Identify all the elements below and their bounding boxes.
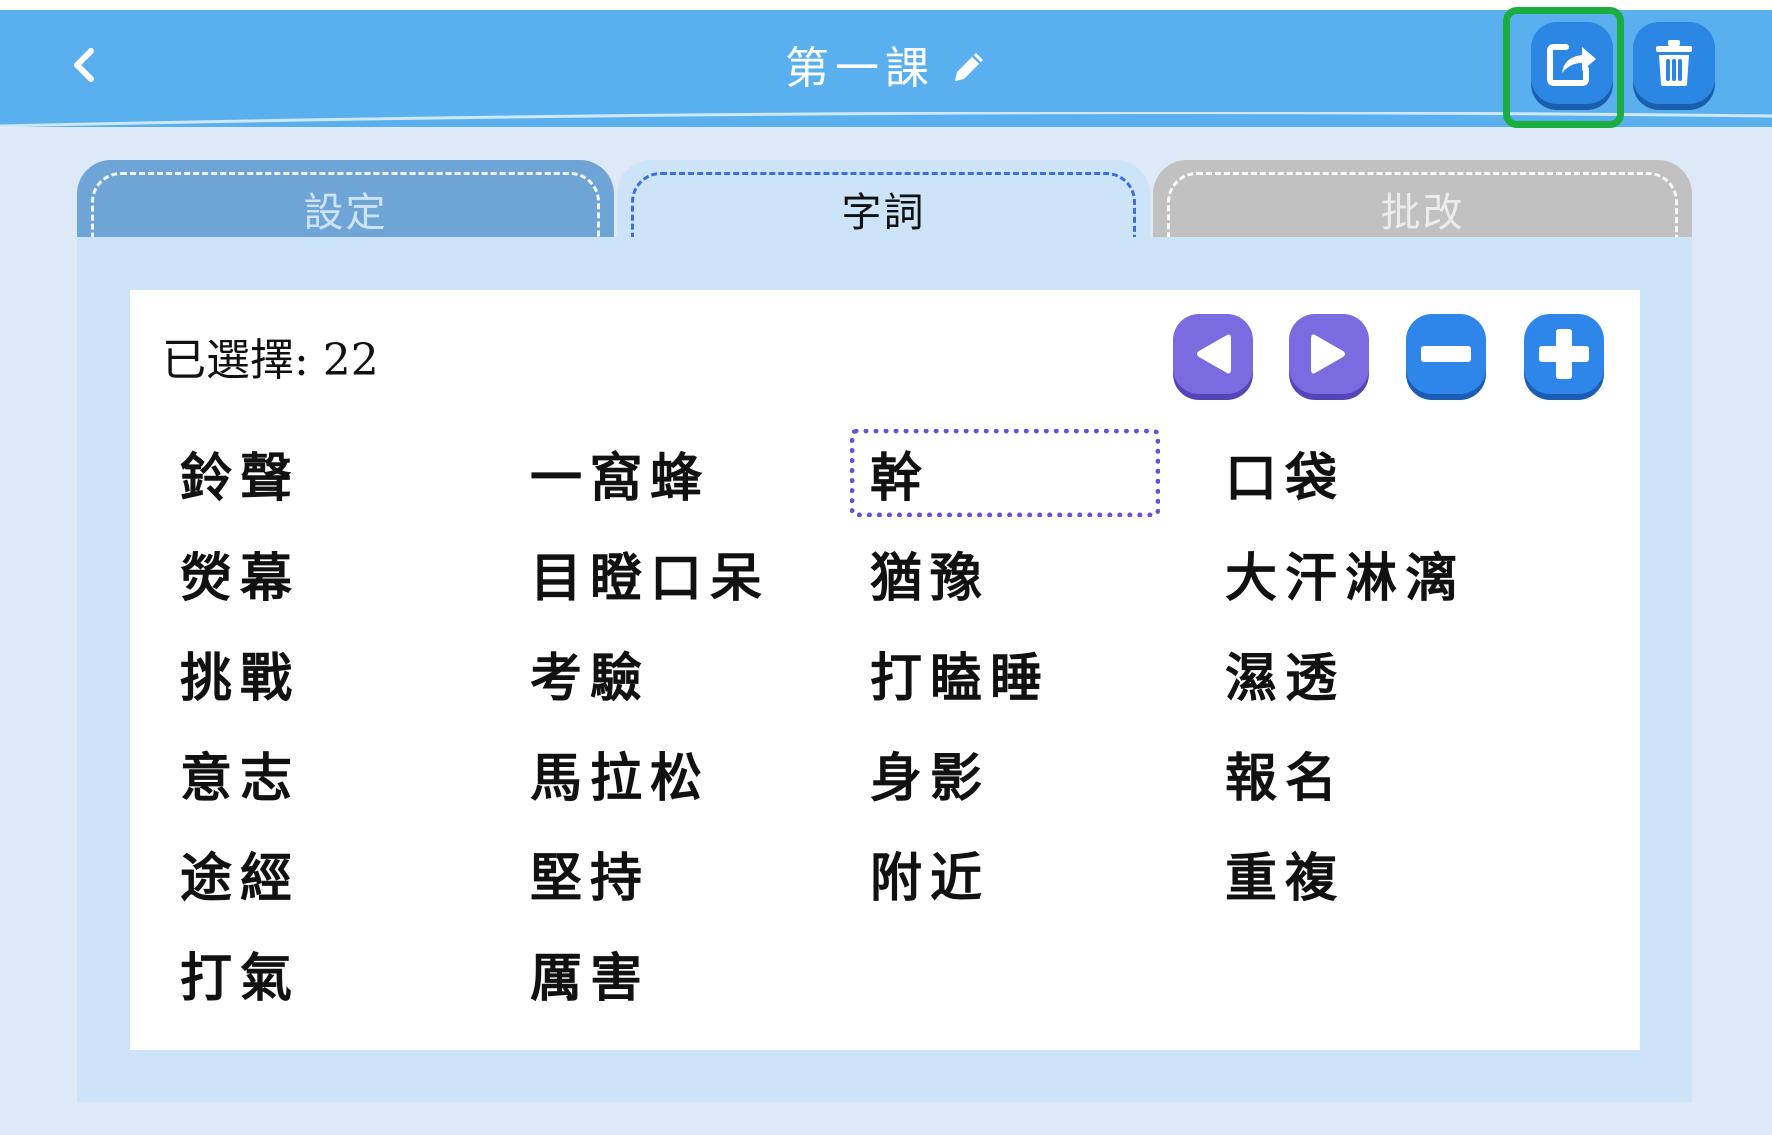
word-item[interactable]: 途經	[180, 833, 300, 913]
previous-button[interactable]	[1173, 314, 1253, 394]
plus-icon	[1539, 329, 1589, 379]
word-item[interactable]: 附近	[870, 833, 990, 913]
word-item[interactable]: 幹	[850, 429, 1160, 517]
page-title[interactable]: 第一課	[785, 32, 935, 96]
word-item[interactable]: 考驗	[530, 633, 650, 713]
word-item[interactable]: 鈴聲	[180, 433, 300, 513]
share-button[interactable]	[1531, 22, 1613, 104]
word-item[interactable]: 報名	[1225, 733, 1345, 813]
tab-settings[interactable]: 設定	[77, 160, 614, 238]
header-wave	[0, 112, 1772, 128]
remove-word-button[interactable]	[1406, 314, 1486, 394]
add-word-button[interactable]	[1524, 314, 1604, 394]
title-area: 第一課	[0, 34, 1772, 94]
tab-label: 批改	[1380, 190, 1465, 236]
word-item[interactable]: 重複	[1225, 833, 1345, 913]
word-item[interactable]: 打氣	[180, 933, 300, 1013]
word-item[interactable]: 口袋	[1225, 433, 1345, 513]
tab-words[interactable]: 字詞	[617, 160, 1150, 238]
share-icon	[1547, 44, 1596, 86]
minus-icon	[1421, 346, 1471, 362]
selected-count: 已選擇: 22	[162, 335, 379, 386]
word-item[interactable]: 打瞌睡	[870, 633, 1050, 713]
tab-label: 設定	[303, 190, 388, 236]
word-item[interactable]: 挑戰	[180, 633, 300, 713]
triangle-right-icon	[1311, 334, 1345, 374]
pencil-icon	[955, 53, 983, 81]
word-item[interactable]: 一窩蜂	[530, 433, 710, 513]
delete-button[interactable]	[1633, 22, 1715, 104]
triangle-left-icon	[1197, 334, 1231, 374]
word-item[interactable]: 大汗淋漓	[1225, 533, 1465, 613]
word-item[interactable]: 熒幕	[180, 533, 300, 613]
word-item[interactable]: 猶豫	[870, 533, 990, 613]
trash-icon	[1656, 40, 1692, 86]
top-margin	[0, 0, 1772, 10]
next-button[interactable]	[1289, 314, 1369, 394]
word-item[interactable]: 濕透	[1225, 633, 1345, 713]
word-item[interactable]: 目瞪口呆	[530, 533, 770, 613]
word-item[interactable]: 身影	[870, 733, 990, 813]
word-item[interactable]: 馬拉松	[530, 733, 710, 813]
edit-title-button[interactable]	[951, 49, 987, 85]
word-item[interactable]: 厲害	[530, 933, 650, 1013]
tab-grading[interactable]: 批改	[1153, 160, 1692, 238]
word-item[interactable]: 意志	[180, 733, 300, 813]
tab-label: 字詞	[841, 190, 926, 236]
word-item[interactable]: 堅持	[530, 833, 650, 913]
